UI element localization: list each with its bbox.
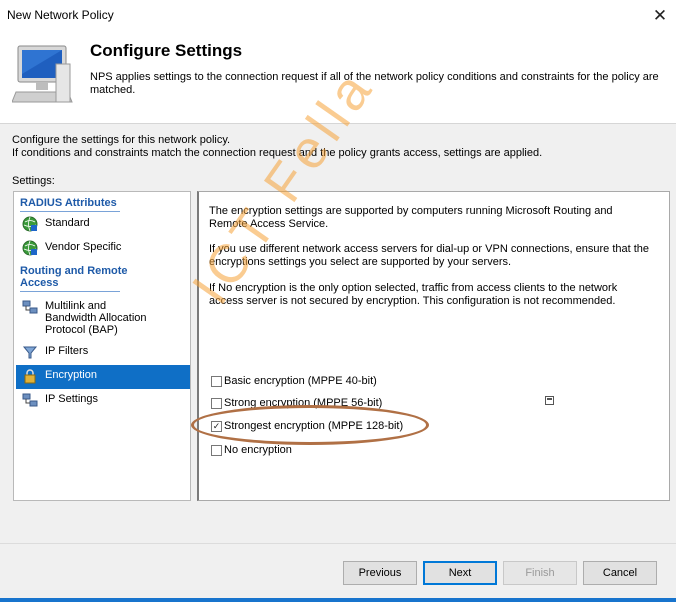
pane-paragraph-3: If No encryption is the only option sele… xyxy=(209,282,618,307)
checkbox[interactable] xyxy=(211,376,222,387)
intro-text-line1: Configure the settings for this network … xyxy=(12,134,231,146)
footer-divider xyxy=(0,543,676,544)
tree-item-ip-settings[interactable]: IP Settings xyxy=(16,389,190,411)
checkbox-checked[interactable]: ✓ xyxy=(211,421,222,432)
pane-paragraph-1: The encryption settings are supported by… xyxy=(209,205,613,230)
tree-item-standard[interactable]: Standard xyxy=(16,213,190,235)
filter-funnel-icon xyxy=(22,346,38,359)
cancel-button[interactable]: Cancel xyxy=(583,561,657,585)
close-icon: ✕ xyxy=(652,6,668,25)
settings-label: Settings: xyxy=(12,175,55,187)
page-title: Configure Settings xyxy=(90,41,243,60)
lock-icon xyxy=(24,369,36,384)
finish-button[interactable]: Finish xyxy=(503,561,577,585)
tree-item-vendor-specific[interactable]: Vendor Specific xyxy=(16,237,190,259)
window-bottom-border xyxy=(0,598,676,602)
monitor-icon xyxy=(12,45,73,103)
network-computers-icon xyxy=(22,300,38,314)
tree-item-multilink-bap[interactable]: Multilink and Bandwidth Allocation Proto… xyxy=(16,296,190,338)
close-button[interactable]: ✕ xyxy=(646,3,674,29)
tree-item-label: Multilink and xyxy=(45,300,107,312)
checkbox[interactable] xyxy=(211,398,222,409)
network-computers-icon xyxy=(22,393,38,407)
pane-paragraph-2: If you use different network access serv… xyxy=(209,243,650,268)
previous-button[interactable]: Previous xyxy=(343,561,417,585)
page-description: NPS applies settings to the connection r… xyxy=(90,71,659,96)
globe-icon xyxy=(22,240,38,256)
tree-item-ip-filters[interactable]: IP Filters xyxy=(16,341,190,363)
tree-item-encryption[interactable]: Encryption xyxy=(16,365,190,389)
tree-header-radius: RADIUS Attributes xyxy=(20,197,120,212)
checkbox[interactable] xyxy=(211,445,222,456)
minimize-window-icon xyxy=(545,396,554,405)
settings-tree: RADIUS Attributes Standard Vendor Specif… xyxy=(13,191,191,501)
globe-icon xyxy=(22,216,38,232)
encryption-settings-pane: The encryption settings are supported by… xyxy=(197,191,670,501)
next-button[interactable]: Next xyxy=(423,561,497,585)
intro-text-line2: If conditions and constraints match the … xyxy=(12,147,543,159)
window-title: New Network Policy xyxy=(7,8,114,22)
tree-header-routing: Routing and Remote Access xyxy=(20,265,128,292)
